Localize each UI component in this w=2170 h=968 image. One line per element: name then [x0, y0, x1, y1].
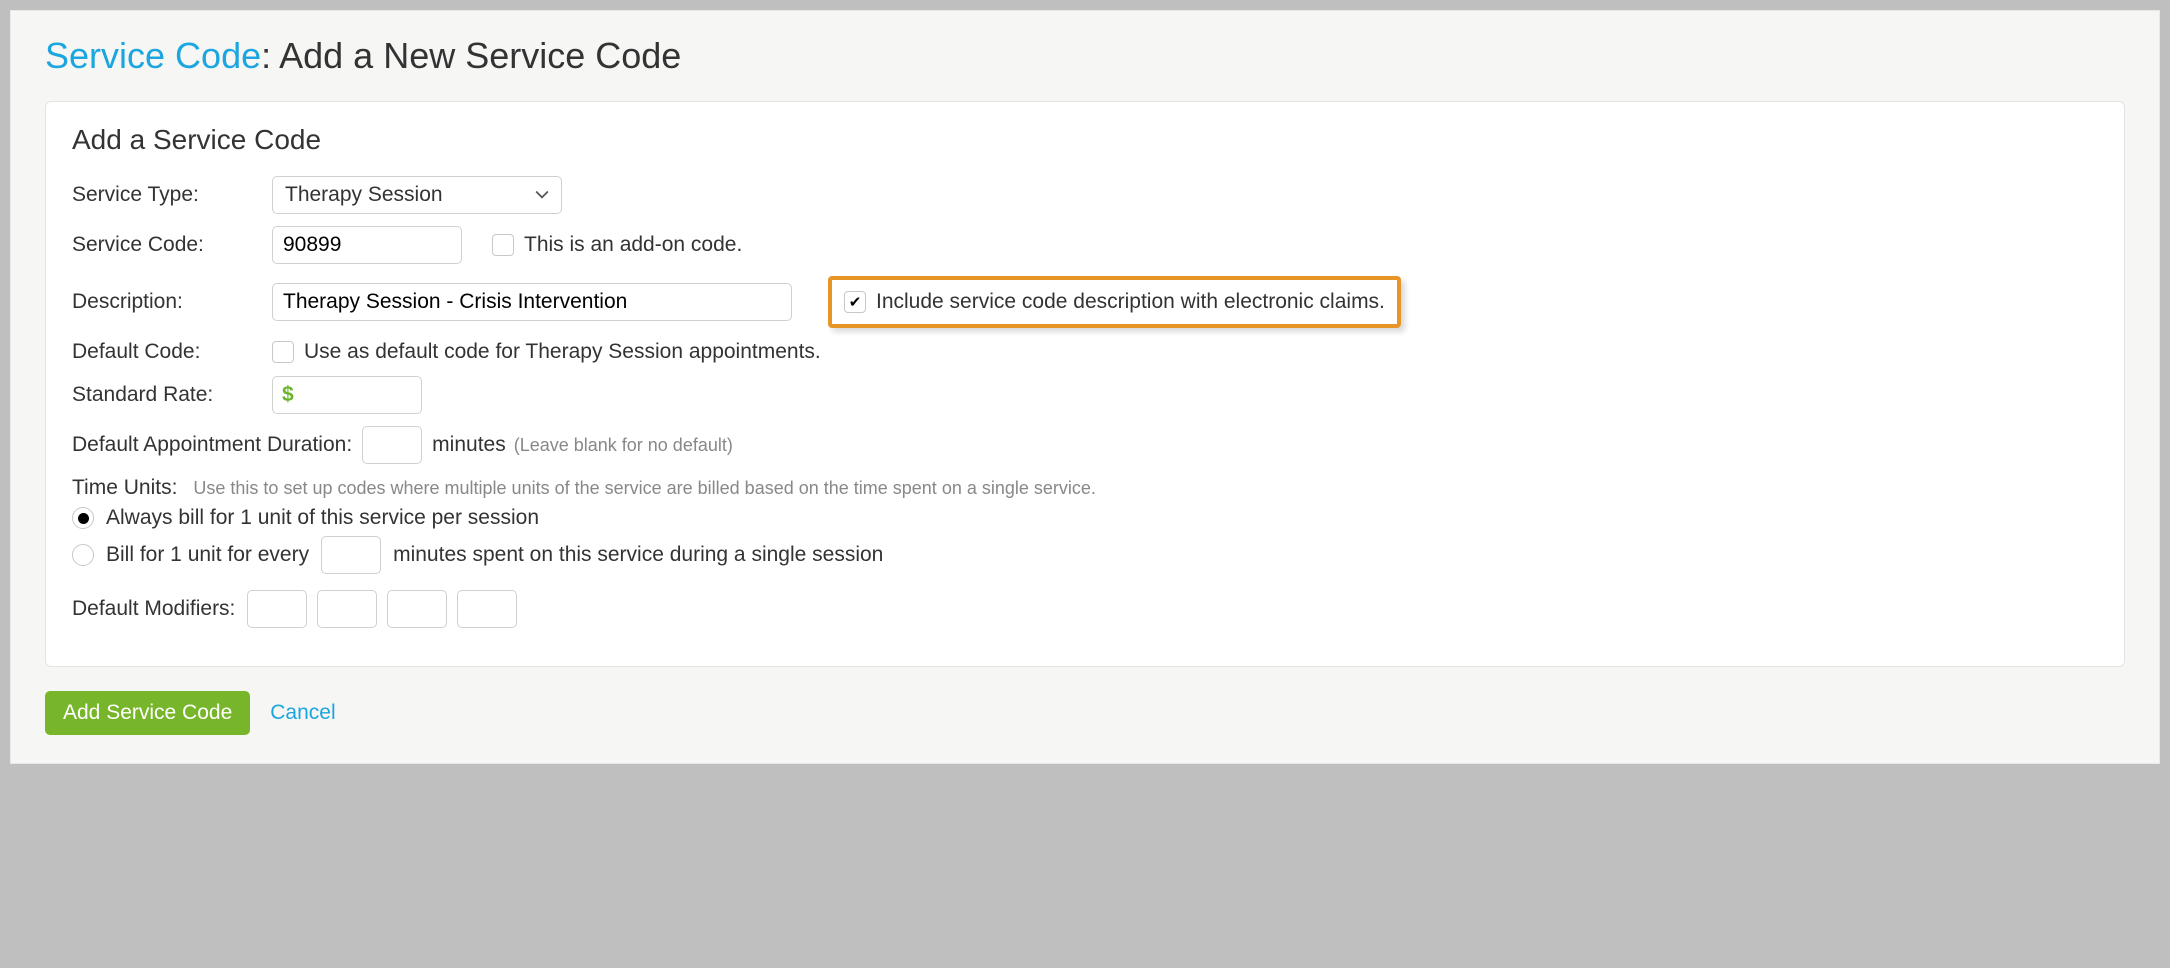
add-service-code-button[interactable]: Add Service Code	[45, 691, 250, 735]
card-heading: Add a Service Code	[72, 124, 2098, 156]
time-units-per-suffix: minutes spent on this service during a s…	[393, 543, 883, 567]
per-minutes-input[interactable]	[321, 536, 381, 574]
chevron-down-icon	[535, 188, 549, 202]
include-desc-checkbox[interactable]	[844, 291, 866, 313]
duration-input[interactable]	[362, 426, 422, 464]
modifier-input-2[interactable]	[317, 590, 377, 628]
label-default-modifiers: Default Modifiers:	[72, 597, 235, 621]
page-title: Service Code: Add a New Service Code	[45, 35, 2125, 77]
form-card: Add a Service Code Service Type: Therapy…	[45, 101, 2125, 667]
default-code-checkbox[interactable]	[272, 341, 294, 363]
addon-checkbox[interactable]	[492, 234, 514, 256]
time-units-always-label: Always bill for 1 unit of this service p…	[106, 506, 539, 530]
cancel-button[interactable]: Cancel	[270, 701, 335, 725]
label-description: Description:	[72, 290, 272, 314]
label-duration: Default Appointment Duration:	[72, 433, 352, 457]
time-units-hint: Use this to set up codes where multiple …	[193, 478, 1096, 499]
service-code-input[interactable]	[272, 226, 462, 264]
service-type-select[interactable]: Therapy Session	[272, 176, 562, 214]
label-default-code: Default Code:	[72, 340, 272, 364]
modifier-input-3[interactable]	[387, 590, 447, 628]
modifier-input-4[interactable]	[457, 590, 517, 628]
label-service-type: Service Type:	[72, 183, 272, 207]
time-units-radio-per[interactable]	[72, 544, 94, 566]
label-time-units: Time Units:	[72, 476, 177, 500]
duration-unit: minutes	[432, 433, 506, 457]
time-units-per-prefix: Bill for 1 unit for every	[106, 543, 309, 567]
description-input[interactable]	[272, 283, 792, 321]
modifier-input-1[interactable]	[247, 590, 307, 628]
include-desc-label: Include service code description with el…	[876, 290, 1385, 314]
label-service-code: Service Code:	[72, 233, 272, 257]
service-type-selected: Therapy Session	[285, 183, 443, 207]
addon-label: This is an add-on code.	[524, 233, 742, 257]
dollar-icon: $	[282, 383, 294, 407]
standard-rate-input[interactable]	[272, 376, 422, 414]
include-desc-highlight: Include service code description with el…	[828, 276, 1401, 328]
default-code-label: Use as default code for Therapy Session …	[304, 340, 821, 364]
time-units-radio-always[interactable]	[72, 507, 94, 529]
page-title-link[interactable]: Service Code	[45, 35, 261, 76]
duration-hint: (Leave blank for no default)	[514, 435, 733, 456]
page-title-rest: : Add a New Service Code	[261, 35, 681, 76]
label-standard-rate: Standard Rate:	[72, 383, 272, 407]
